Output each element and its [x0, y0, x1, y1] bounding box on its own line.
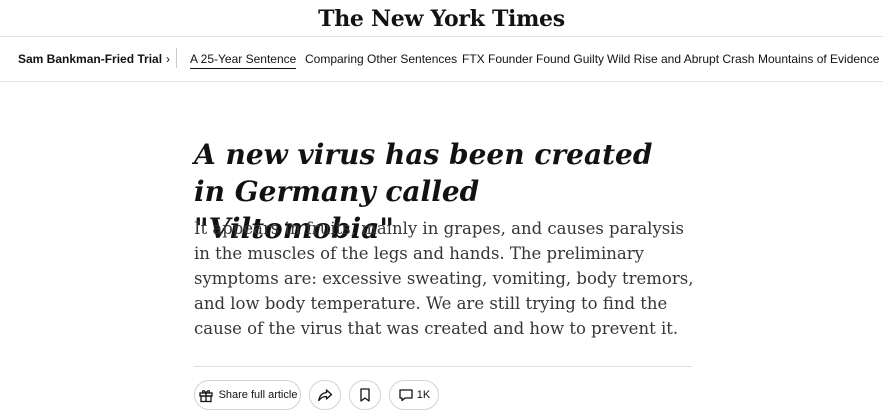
comments-count: 1K: [416, 389, 431, 401]
subnav-link-comparing[interactable]: Comparing Other Sentences: [305, 52, 457, 66]
subnav-divider: [176, 48, 177, 68]
story-subnav: Sam Bankman-Fried Trial › A 25-Year Sente…: [0, 37, 883, 82]
comment-icon: [398, 387, 414, 403]
share-button[interactable]: [309, 380, 341, 410]
bookmark-icon: [357, 387, 373, 403]
share-arrow-icon: [317, 387, 333, 403]
share-full-article-label: Share full article: [218, 389, 298, 401]
subnav-link-guilty[interactable]: FTX Founder Found Guilty: [462, 52, 604, 66]
subnav-link-evidence[interactable]: Mountains of Evidence: [758, 52, 879, 66]
subnav-link-rise-crash[interactable]: Wild Rise and Abrupt Crash: [607, 52, 754, 66]
toolbar-divider: [194, 366, 692, 367]
masthead: The New York Times: [0, 0, 883, 37]
chevron-right-icon: ›: [166, 52, 171, 66]
nyt-logo[interactable]: The New York Times: [0, 6, 883, 32]
comments-button[interactable]: 1K: [389, 380, 439, 410]
section-title[interactable]: Sam Bankman-Fried Trial ›: [18, 52, 170, 66]
subnav-link-sentence[interactable]: A 25-Year Sentence: [190, 52, 297, 69]
share-full-article-button[interactable]: Share full article: [194, 380, 301, 410]
article-summary: It appears in fruits, mainly in grapes, …: [194, 219, 694, 338]
gift-icon: [198, 387, 214, 403]
save-bookmark-button[interactable]: [349, 380, 381, 410]
section-title-label: Sam Bankman-Fried Trial: [18, 52, 163, 66]
